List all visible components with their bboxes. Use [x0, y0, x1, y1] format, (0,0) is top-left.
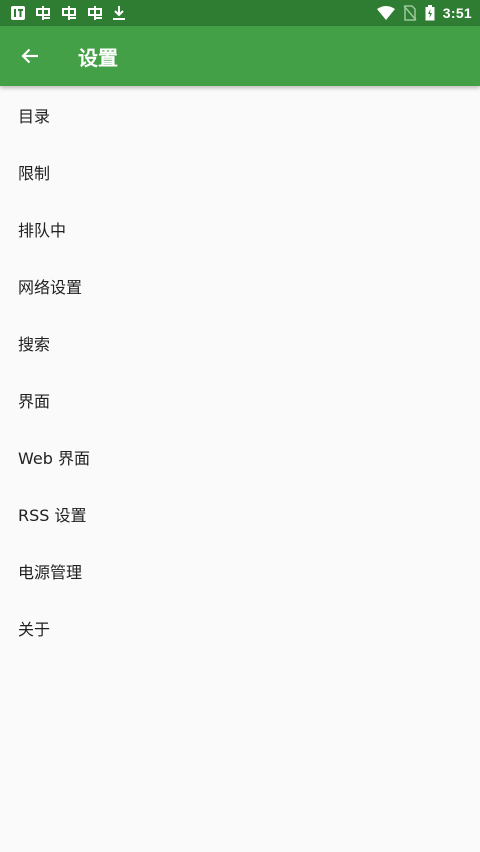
wifi-icon [376, 4, 395, 22]
settings-item-web-interface[interactable]: Web 界面 [0, 428, 480, 485]
settings-item-label: Web 界面 [18, 448, 90, 468]
settings-item-search[interactable]: 搜索 [0, 314, 480, 371]
settings-list: 目录 限制 排队中 网络设置 搜索 界面 Web 界面 RSS 设置 电源管理 … [0, 86, 480, 656]
app-bar: 设置 [0, 26, 480, 86]
settings-item-label: 排队中 [18, 220, 67, 240]
bug-icon [86, 4, 104, 22]
back-button[interactable] [0, 26, 60, 86]
settings-item-label: 目录 [18, 106, 51, 126]
page-title: 设置 [78, 45, 118, 70]
settings-item-label: 网络设置 [18, 277, 83, 297]
status-bar-system: 3:51 [376, 4, 472, 22]
settings-item-label: 电源管理 [18, 562, 83, 582]
settings-item-network[interactable]: 网络设置 [0, 257, 480, 314]
settings-item-queueing[interactable]: 排队中 [0, 200, 480, 257]
status-bar-notifications [10, 4, 126, 22]
settings-item-label: 限制 [18, 163, 51, 183]
status-bar: 3:51 [0, 0, 480, 26]
notification-app-icon [10, 4, 26, 22]
bug-icon [60, 4, 78, 22]
settings-item-label: RSS 设置 [18, 505, 87, 525]
settings-item-label: 界面 [18, 391, 51, 411]
settings-item-limits[interactable]: 限制 [0, 143, 480, 200]
bug-icon [34, 4, 52, 22]
status-clock: 3:51 [442, 5, 472, 21]
settings-item-power-management[interactable]: 电源管理 [0, 542, 480, 599]
settings-item-directory[interactable]: 目录 [0, 86, 480, 143]
settings-item-label: 搜索 [18, 334, 51, 354]
no-sim-icon [403, 4, 417, 22]
settings-item-about[interactable]: 关于 [0, 599, 480, 656]
settings-item-label: 关于 [18, 619, 51, 639]
download-icon [112, 4, 126, 22]
settings-item-interface[interactable]: 界面 [0, 371, 480, 428]
arrow-back-icon [21, 48, 38, 64]
battery-icon [425, 4, 435, 22]
settings-item-rss[interactable]: RSS 设置 [0, 485, 480, 542]
